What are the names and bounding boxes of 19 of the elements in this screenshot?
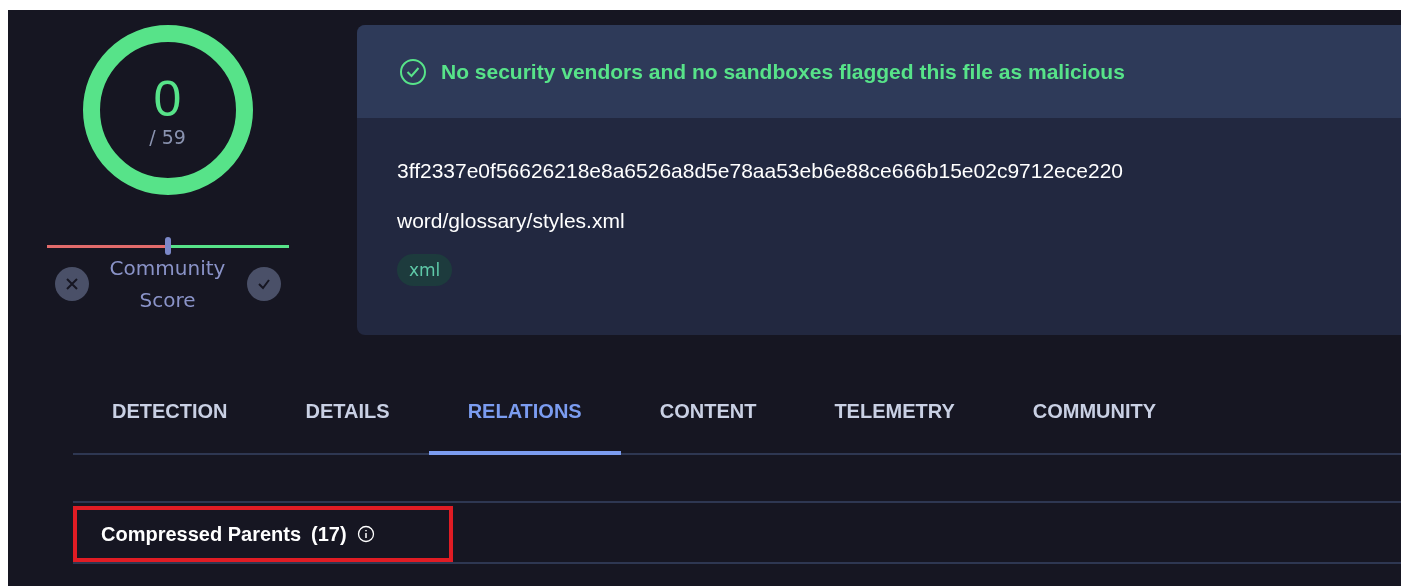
detection-count: 0 [153,72,182,126]
check-icon[interactable] [246,267,281,301]
tab[interactable]: RELATIONS [428,380,621,455]
vendor-total: / 59 [149,126,186,148]
info-icon[interactable] [356,525,375,543]
tab[interactable]: TELEMETRY [795,380,994,455]
community-score-label: Community Score [108,255,227,314]
tab[interactable]: CONTENT [620,380,796,455]
tab[interactable]: COMMUNITY [993,380,1196,455]
tab[interactable]: DETECTION [73,380,267,455]
file-hash: 3ff2337e0f56626218e8a6526a8d5e78aa53eb6e88ce666b15e02c9712ece220 [397,158,1124,184]
tab[interactable]: DETAILS [266,380,429,455]
section-title: Compressed Parents [101,522,302,546]
verdict-message: No security vendors and no sandboxes flagged this file as malicious [441,59,1125,84]
close-icon[interactable] [54,267,89,301]
check-circle-icon [399,57,427,86]
section-count: (17) [311,522,347,546]
file-name: word/glossary/styles.xml [397,208,625,234]
file-type-tag[interactable]: xml [397,254,453,286]
